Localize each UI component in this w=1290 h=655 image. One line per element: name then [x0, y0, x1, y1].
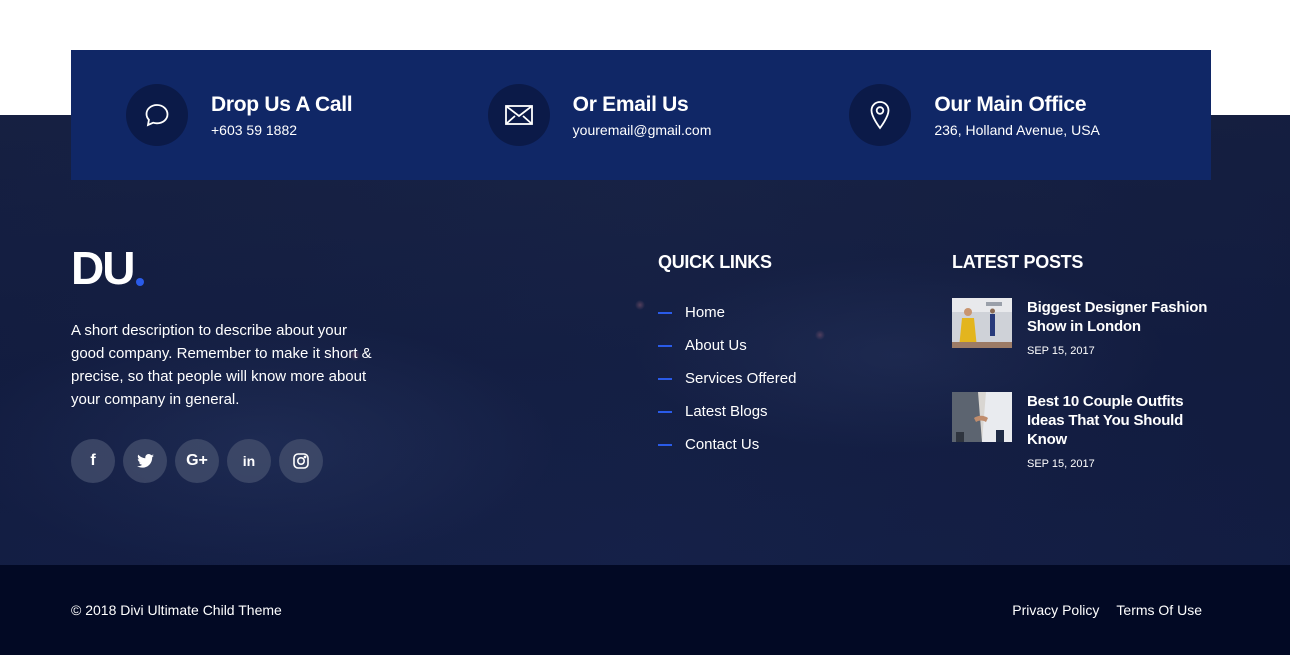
quick-link-blogs[interactable]: Latest Blogs — [658, 395, 796, 428]
twitter-icon[interactable] — [123, 439, 167, 483]
linkedin-icon[interactable]: in — [227, 439, 271, 483]
contact-call-value[interactable]: +603 59 1882 — [211, 122, 352, 138]
contact-email-title: Or Email Us — [572, 93, 689, 116]
brand-logo[interactable]: DU — [71, 242, 145, 294]
contact-email: Or Email Us youremail@gmail.com — [487, 84, 850, 146]
map-pin-icon — [849, 84, 912, 146]
contact-office-title: Our Main Office — [934, 93, 1087, 116]
quick-link-contact[interactable]: Contact Us — [658, 428, 796, 461]
copyright-text: © 2018 Divi Ultimate Child Theme — [71, 602, 282, 618]
post-title[interactable]: Best 10 Couple Outfits Ideas That You Sh… — [1027, 392, 1212, 449]
facebook-icon[interactable]: f — [71, 439, 115, 483]
privacy-policy-link[interactable]: Privacy Policy — [1012, 602, 1099, 618]
post-date: SEP 15, 2017 — [1027, 458, 1095, 470]
contact-bar: Drop Us A Call +603 59 1882 Or Email Us … — [71, 50, 1211, 180]
bottom-bar: © 2018 Divi Ultimate Child Theme Privacy… — [0, 565, 1290, 655]
google-plus-icon[interactable]: G+ — [175, 439, 219, 483]
dash-icon — [658, 410, 672, 413]
post-title[interactable]: Biggest Designer Fashion Show in London — [1027, 298, 1212, 336]
post-thumbnail[interactable] — [952, 298, 1012, 348]
terms-of-use-link[interactable]: Terms Of Use — [1116, 602, 1202, 618]
dash-icon — [658, 377, 672, 380]
post-item[interactable]: Biggest Designer Fashion Show in London … — [952, 298, 1212, 357]
quick-link-home[interactable]: Home — [658, 296, 796, 329]
contact-call-title: Drop Us A Call — [211, 93, 353, 116]
quick-link-about[interactable]: About Us — [658, 329, 796, 362]
chat-bubble-icon — [126, 84, 188, 146]
post-date: SEP 15, 2017 — [1027, 345, 1095, 357]
latest-posts-title: LATEST POSTS — [952, 252, 1084, 272]
dash-icon — [658, 443, 672, 446]
legal-links: Privacy Policy Terms Of Use — [1012, 602, 1202, 618]
contact-office: Our Main Office 236, Holland Avenue, USA — [849, 84, 1211, 146]
quick-links-title: QUICK LINKS — [658, 252, 772, 272]
quick-links-list: Home About Us Services Offered Latest Bl… — [658, 296, 796, 461]
envelope-icon — [487, 84, 550, 146]
social-links: f G+ in — [71, 439, 323, 483]
contact-call: Drop Us A Call +603 59 1882 — [126, 84, 488, 146]
post-thumbnail[interactable] — [952, 392, 1012, 442]
about-description: A short description to describe about yo… — [71, 322, 372, 408]
instagram-icon[interactable] — [279, 439, 323, 483]
contact-email-value[interactable]: youremail@gmail.com — [573, 122, 712, 138]
quick-link-services[interactable]: Services Offered — [658, 362, 796, 395]
dash-icon — [658, 344, 672, 347]
logo-dot — [136, 278, 145, 286]
post-item[interactable]: Best 10 Couple Outfits Ideas That You Sh… — [952, 392, 1212, 470]
contact-office-value: 236, Holland Avenue, USA — [934, 122, 1100, 138]
logo-text: DU — [71, 242, 135, 294]
dash-icon — [658, 311, 672, 314]
